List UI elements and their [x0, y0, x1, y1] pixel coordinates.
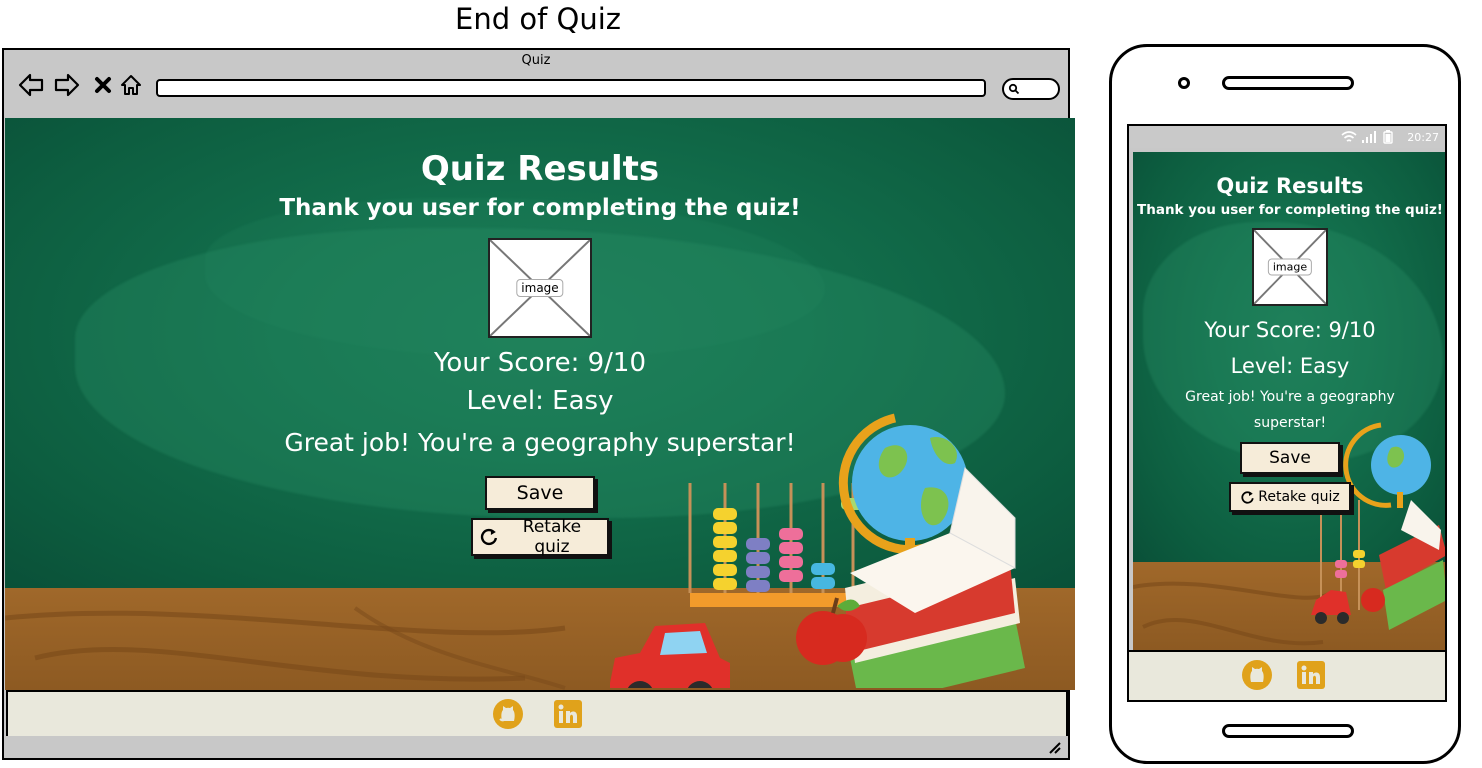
- image-placeholder-label: image: [516, 279, 564, 297]
- phone-speaker: [1222, 76, 1354, 90]
- phone-feedback-message: Great job! You're a geography superstar!: [1185, 389, 1395, 431]
- forward-arrow-icon[interactable]: [54, 72, 80, 98]
- save-button[interactable]: Save: [485, 476, 595, 510]
- phone-github-icon[interactable]: [1241, 659, 1273, 691]
- phone-screen: 20:27 Quiz Results Thank you user for co…: [1127, 124, 1447, 702]
- home-icon[interactable]: [118, 72, 144, 98]
- close-x-icon[interactable]: [90, 72, 116, 98]
- quiz-results-title: Quiz Results: [420, 149, 660, 189]
- phone-quiz-results-panel: Quiz Results Thank you user for completi…: [1133, 172, 1445, 512]
- resize-grip-icon[interactable]: [1046, 740, 1062, 754]
- level-text: Level: Easy: [466, 386, 614, 416]
- phone-social-links: [1241, 659, 1327, 691]
- phone-thank-you-text: Thank you user for completing the quiz!: [1137, 202, 1443, 218]
- browser-viewport: Quiz Results Thank you user for completi…: [5, 118, 1075, 690]
- quiz-results-panel: Quiz Results Thank you user for completi…: [5, 148, 1075, 557]
- feedback-message: Great job! You're a geography superstar!: [284, 428, 796, 457]
- phone-linkedin-icon[interactable]: [1295, 659, 1327, 691]
- camera-icon: [1178, 77, 1190, 89]
- page-title: End of Quiz: [455, 2, 621, 36]
- phone-quiz-results-title: Quiz Results: [1216, 174, 1364, 198]
- social-links: [492, 698, 584, 730]
- battery-icon: [1383, 130, 1393, 144]
- phone-image-placeholder-label: image: [1267, 258, 1313, 276]
- address-bar[interactable]: [156, 79, 986, 97]
- browser-tab-title: Quiz: [521, 53, 551, 68]
- browser-window: Quiz Quiz Results Thank you user for com…: [2, 48, 1075, 760]
- search-field[interactable]: [1002, 78, 1060, 100]
- phone-score-text: Your Score: 9/10: [1204, 318, 1376, 342]
- signal-icon: [1362, 131, 1376, 143]
- phone-level-text: Level: Easy: [1230, 354, 1350, 378]
- linkedin-icon[interactable]: [552, 698, 584, 730]
- phone-status-time: 20:27: [1407, 131, 1439, 144]
- phone-save-button[interactable]: Save: [1240, 442, 1340, 474]
- retake-quiz-label: Retake quiz: [522, 517, 582, 557]
- phone-retake-quiz-label: Retake quiz: [1258, 489, 1340, 505]
- phone-retake-quiz-button[interactable]: Retake quiz: [1229, 482, 1351, 512]
- phone-status-bar: 20:27: [1129, 126, 1445, 148]
- site-footer: [6, 690, 1068, 738]
- phone-result-image-placeholder: image: [1252, 228, 1328, 306]
- phone-home-button[interactable]: [1222, 724, 1354, 738]
- wifi-icon: [1341, 131, 1357, 142]
- back-arrow-icon[interactable]: [18, 72, 44, 98]
- browser-status-bar: [4, 736, 1068, 758]
- search-icon: [1008, 83, 1020, 95]
- phone-mockup: 20:27 Quiz Results Thank you user for co…: [1109, 44, 1461, 764]
- phone-site-footer: [1129, 650, 1445, 700]
- github-icon[interactable]: [492, 698, 524, 730]
- phone-viewport: Quiz Results Thank you user for completi…: [1133, 152, 1445, 650]
- score-text: Your Score: 9/10: [434, 348, 646, 378]
- result-image-placeholder: image: [488, 238, 592, 338]
- refresh-icon: [480, 528, 498, 546]
- retake-quiz-button[interactable]: Retake quiz: [471, 517, 609, 557]
- phone-refresh-icon: [1241, 490, 1254, 504]
- thank-you-text: Thank you user for completing the quiz!: [279, 195, 801, 221]
